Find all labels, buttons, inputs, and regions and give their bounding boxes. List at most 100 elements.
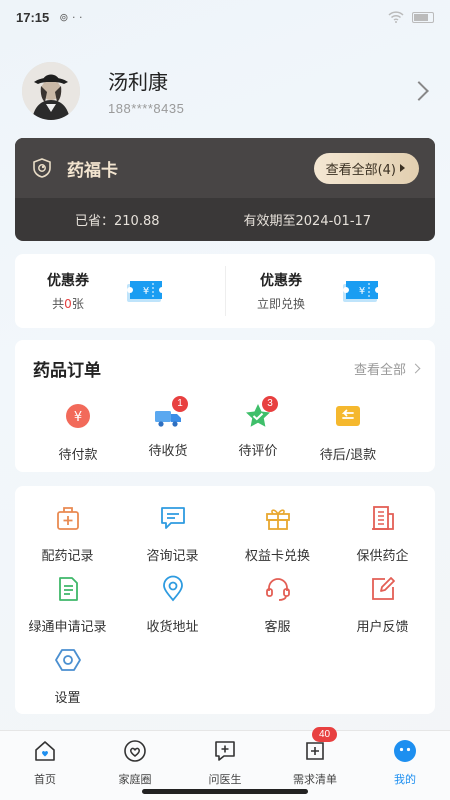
profile-phone: 188****8435 — [108, 101, 185, 116]
service-label: 绿通申请记录 — [28, 620, 107, 635]
location-icon — [162, 575, 183, 602]
card-footer: 已省：210.88 有效期至2024-01-17 — [15, 198, 435, 241]
coupon-count-suffix: 张 — [71, 297, 84, 311]
coupon-count-number: 0 — [64, 297, 72, 311]
card-view-all-button[interactable]: 查看全部(4) — [313, 152, 419, 184]
medkit-icon — [56, 507, 79, 530]
truck-icon-wrap: 1 — [154, 396, 188, 430]
services-grid: 配药记录 咨询记录 权益卡兑换 保供药企 绿通申请记录 收货地址 客服 用户反馈… — [15, 486, 435, 713]
orders-status-row: ¥ 待付款 1 待收货 3 待评价 待后/退款 — [15, 396, 435, 463]
service-label: 咨询记录 — [146, 549, 199, 564]
demand-list-badge: 40 — [312, 727, 338, 742]
orders-title: 药品订单 — [33, 360, 101, 381]
tab-label: 首页 — [34, 773, 56, 786]
tab-label: 我的 — [394, 773, 416, 786]
document-icon — [58, 577, 78, 601]
chat-plus-icon — [215, 741, 235, 761]
service-label: 保供药企 — [356, 549, 409, 564]
service-supply-pharma[interactable]: 保供药企 — [330, 500, 435, 571]
card-view-all-label: 查看全部(4) — [325, 162, 396, 178]
service-customer-service[interactable]: 客服 — [225, 571, 330, 642]
tab-label: 问医生 — [208, 773, 242, 786]
chat-icon — [160, 507, 185, 529]
gift-icon — [265, 509, 290, 530]
service-label: 设置 — [54, 691, 81, 706]
coupon-count-prefix: 共 — [52, 297, 65, 311]
order-pending-review[interactable]: 3 待评价 — [213, 396, 303, 463]
building-icon — [371, 506, 394, 530]
coupon-title: 优惠券 — [260, 273, 302, 289]
profile-header[interactable]: 汤利康 188****8435 — [22, 62, 432, 120]
drug-orders-panel: 药品订单 查看全部 ¥ 待付款 1 待收货 3 待评价 待后/退款 — [15, 340, 435, 472]
tab-home[interactable]: 首页 — [0, 731, 90, 800]
card-saved: 已省：210.88 — [75, 214, 160, 229]
orders-view-all-label: 查看全部 — [353, 362, 406, 378]
status-right — [388, 11, 434, 23]
home-heart-icon — [35, 741, 55, 761]
service-card-redeem[interactable]: 权益卡兑换 — [225, 500, 330, 571]
refund-icon — [336, 406, 360, 426]
chevron-right-icon — [410, 363, 421, 373]
service-label: 收货地址 — [146, 620, 199, 635]
service-label: 权益卡兑换 — [244, 549, 310, 564]
coupon-count-text: 优惠券 共0张 — [47, 270, 89, 312]
coupon-panel: 优惠券 共0张 ¥ 优惠券 立即兑换 ¥ — [15, 254, 435, 328]
edit-icon — [371, 577, 395, 600]
svg-text:¥: ¥ — [359, 286, 365, 297]
chevron-right-icon[interactable] — [409, 81, 429, 101]
tab-label: 家庭圈 — [118, 773, 152, 786]
order-label: 待评价 — [238, 444, 278, 459]
wifi-icon — [388, 11, 404, 23]
order-label: 待后/退款 — [319, 448, 377, 463]
order-badge: 1 — [172, 396, 188, 412]
coupon-count-item[interactable]: 优惠券 共0张 ¥ — [15, 254, 225, 328]
order-badge: 3 — [262, 396, 278, 412]
card-valid-until: 有效期至2024-01-17 — [243, 214, 372, 229]
star-icon-wrap: 3 — [244, 396, 278, 430]
service-label: 用户反馈 — [356, 620, 409, 635]
coupon-ticket-icon: ¥ — [343, 281, 382, 302]
avatar[interactable] — [22, 62, 80, 120]
orders-header: 药品订单 查看全部 — [15, 340, 435, 396]
coupon-title: 优惠券 — [47, 273, 89, 289]
avatar-portrait-icon — [22, 62, 80, 120]
order-label: 待付款 — [58, 448, 98, 463]
coupon-count: 共0张 — [47, 295, 89, 312]
order-pending-receipt[interactable]: 1 待收货 — [123, 396, 213, 463]
profile-name: 汤利康 — [108, 72, 168, 94]
svg-text:¥: ¥ — [74, 410, 82, 425]
order-label: 待收货 — [148, 444, 188, 459]
shield-icon — [33, 158, 51, 178]
service-green-channel[interactable]: 绿通申请记录 — [15, 571, 120, 642]
service-dispense-record[interactable]: 配药记录 — [15, 500, 120, 571]
settings-icon — [54, 649, 81, 671]
coupon-ticket-icon: ¥ — [127, 281, 165, 302]
coupon-redeem-label: 立即兑换 — [257, 297, 306, 311]
yaofu-card[interactable]: 药福卡 查看全部(4) 已省：210.88 有效期至2024-01-17 — [15, 138, 435, 241]
tab-mine[interactable]: 我的 — [360, 731, 450, 800]
order-refund[interactable]: 待后/退款 — [303, 396, 393, 463]
card-header: 药福卡 查看全部(4) — [15, 138, 435, 198]
card-title: 药福卡 — [67, 160, 118, 181]
status-time: 17:15 — [16, 9, 50, 25]
profile-info: 汤利康 188****8435 — [108, 66, 184, 116]
service-label: 客服 — [264, 620, 291, 635]
tab-label: 需求清单 — [293, 773, 337, 786]
status-bar: 17:15 ⊚ · · — [0, 0, 450, 34]
home-indicator — [142, 789, 308, 794]
service-label: 配药记录 — [41, 549, 94, 564]
service-feedback[interactable]: 用户反馈 — [330, 571, 435, 642]
order-pending-payment[interactable]: ¥ 待付款 — [33, 396, 123, 463]
profile-face-icon — [394, 740, 416, 762]
heart-circle-icon — [124, 740, 146, 762]
battery-icon — [412, 11, 434, 23]
service-shipping-address[interactable]: 收货地址 — [120, 571, 225, 642]
triangle-right-icon — [400, 164, 405, 172]
coupon-redeem-item[interactable]: 优惠券 立即兑换 ¥ — [225, 254, 435, 328]
list-plus-icon — [306, 742, 324, 760]
svg-text:¥: ¥ — [143, 286, 149, 297]
service-consult-record[interactable]: 咨询记录 — [120, 500, 225, 571]
service-settings[interactable]: 设置 — [15, 642, 120, 713]
orders-view-all[interactable]: 查看全部 — [353, 359, 421, 378]
headset-icon — [265, 578, 290, 601]
